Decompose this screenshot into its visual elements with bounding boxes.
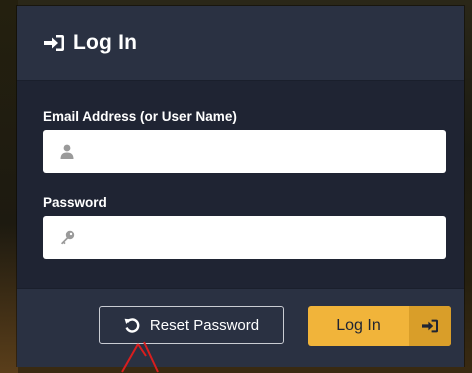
login-button-label: Log In <box>336 317 381 334</box>
reset-password-label: Reset Password <box>149 316 260 334</box>
background-edge <box>0 0 18 373</box>
annotation-arrow-icon <box>121 341 159 373</box>
login-panel: Log In Email Address (or User Name) Pass… <box>17 6 464 367</box>
email-input[interactable] <box>85 129 436 174</box>
email-label: Email Address (or User Name) <box>43 109 237 124</box>
password-label: Password <box>43 195 107 210</box>
password-input[interactable] <box>85 215 436 260</box>
sign-in-icon <box>409 306 451 346</box>
undo-icon <box>124 316 142 334</box>
key-icon <box>59 230 75 246</box>
sign-in-icon <box>43 32 65 54</box>
panel-footer: Reset Password Log In <box>17 288 464 367</box>
login-button[interactable]: Log In <box>308 306 451 346</box>
password-field[interactable] <box>43 215 446 260</box>
user-icon <box>59 144 75 160</box>
page-title: Log In <box>73 31 138 54</box>
email-field[interactable] <box>43 129 446 174</box>
panel-header: Log In <box>17 6 464 81</box>
